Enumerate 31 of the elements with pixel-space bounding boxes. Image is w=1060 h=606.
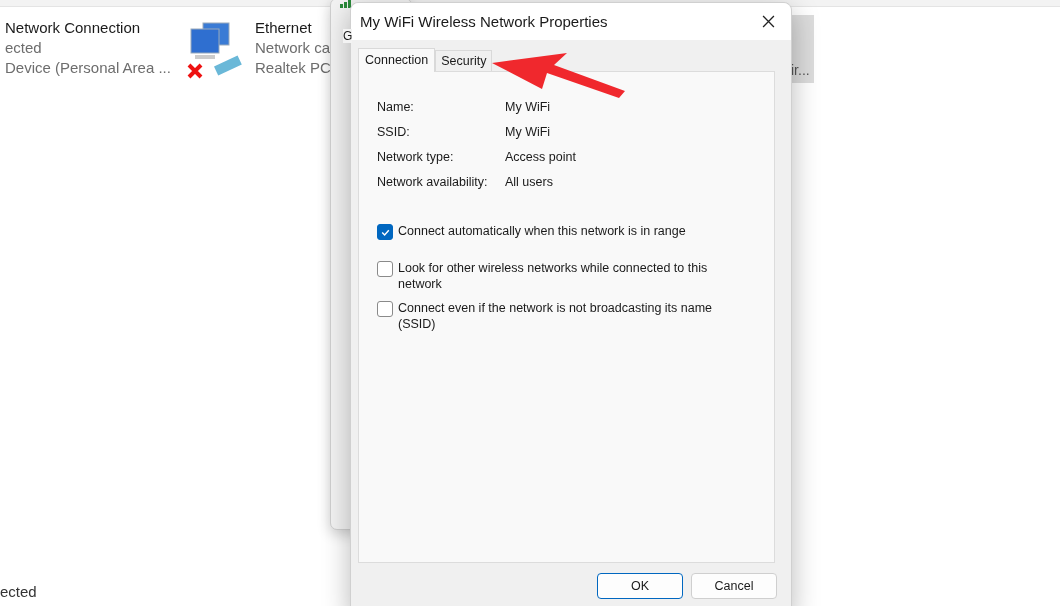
connection-name: Network Connection <box>5 19 142 36</box>
tab[interactable]: G <box>343 29 353 43</box>
ok-button[interactable]: OK <box>597 573 683 599</box>
checkbox-label: Connect automatically when this network is in range <box>398 223 686 239</box>
field-label: Network type: <box>377 150 455 164</box>
field-value: Access point <box>505 150 577 164</box>
cable-plug-icon <box>214 55 242 76</box>
checkbox[interactable] <box>377 301 393 317</box>
close-icon[interactable] <box>762 15 775 28</box>
checkbox-label: Connect even if the network is not broadcasting its name (SSID) <box>398 300 714 332</box>
tab[interactable]: Connection <box>358 48 436 72</box>
status-bar-text: ected <box>0 583 37 600</box>
tab[interactable]: Security <box>435 50 493 71</box>
connection-name: Ethernet <box>255 19 313 36</box>
connection-status: ected <box>5 39 43 56</box>
connection-device: Device (Personal Area ... <box>5 59 171 76</box>
checkbox-label: Look for other wireless networks while connected to this network <box>398 260 709 292</box>
signal-icon <box>339 0 353 8</box>
checkbox[interactable] <box>377 261 393 277</box>
field-label: SSID: <box>377 125 411 139</box>
connection-status: Network ca <box>255 39 331 56</box>
connection-device: ir... <box>791 62 810 78</box>
checkbox[interactable] <box>377 224 393 240</box>
field-value: My WiFi <box>505 100 552 114</box>
connection-device: Realtek PC <box>255 59 331 76</box>
field-value: My WiFi <box>505 125 552 139</box>
field-label: Name: <box>377 100 415 114</box>
field-value: All users <box>505 175 554 189</box>
window-title: My WiFi Wireless Network Properties <box>360 13 608 30</box>
field-label: Network availability: <box>377 175 489 189</box>
cancel-button[interactable]: Cancel <box>691 573 777 599</box>
